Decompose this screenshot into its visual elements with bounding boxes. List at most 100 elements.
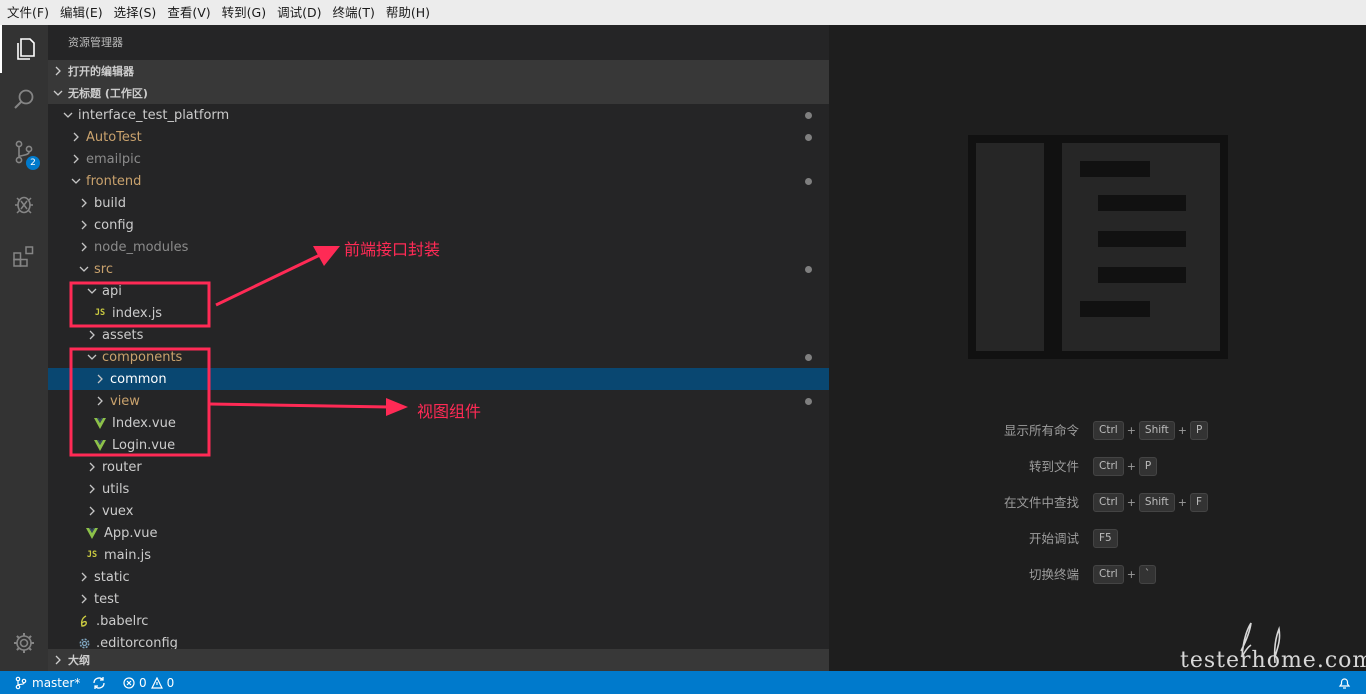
section-outline-label: 大纲	[68, 654, 90, 667]
modified-indicator-dot	[805, 398, 812, 405]
problems-indicator[interactable]: 0 0	[123, 671, 174, 694]
menu-item[interactable]: 转到(G)	[217, 0, 272, 25]
key-plus-separator: +	[1126, 424, 1136, 437]
chevron-right-icon	[92, 390, 108, 412]
debug-icon	[15, 196, 33, 214]
extensions-button[interactable]	[0, 232, 48, 280]
shortcut-row: 开始调试 F5	[829, 527, 1366, 551]
menu-item[interactable]: 调试(D)	[272, 0, 327, 25]
shortcut-row: 切换终端 Ctrl + `	[829, 563, 1366, 587]
key-plus-separator: +	[1177, 424, 1187, 437]
chevron-down-icon	[84, 280, 100, 302]
warning-icon	[150, 676, 163, 689]
shortcut-label: 在文件中查找	[1003, 495, 1079, 510]
shortcut-row: 显示所有命令 Ctrl + Shift + P	[829, 419, 1366, 443]
keycap: Ctrl	[1093, 493, 1124, 512]
tree-item-label: test	[94, 591, 119, 607]
modified-indicator-dot	[805, 134, 812, 141]
shortcut-keys: F5	[1093, 529, 1118, 548]
tree-folder[interactable]: config	[48, 214, 829, 236]
git-branch-icon	[15, 676, 27, 689]
tree-folder[interactable]: emailpic	[48, 148, 829, 170]
branch-indicator[interactable]: master*	[15, 671, 80, 694]
explorer-button[interactable]	[0, 25, 48, 73]
chevron-down-icon	[84, 346, 100, 368]
tree-folder[interactable]: frontend	[48, 170, 829, 192]
explorer-sidebar: 资源管理器 打开的编辑器 无标题 (工作区) interface_test_pl…	[48, 25, 829, 671]
tree-folder[interactable]: assets	[48, 324, 829, 346]
menu-item[interactable]: 文件(F)	[2, 0, 55, 25]
tree-file[interactable]: JS main.js	[48, 544, 829, 566]
tree-item-label: config	[94, 217, 134, 233]
menu-item[interactable]: 终端(T)	[327, 0, 380, 25]
activity-bar: 2	[0, 25, 48, 671]
chevron-down-icon	[68, 170, 84, 192]
error-icon	[123, 676, 135, 689]
keycap: `	[1138, 565, 1157, 584]
modified-indicator-dot	[805, 354, 812, 361]
shortcut-keys: Ctrl + Shift + P	[1093, 421, 1209, 440]
tree-folder[interactable]: vuex	[48, 500, 829, 522]
tree-folder[interactable]: test	[48, 588, 829, 610]
tree-folder[interactable]: components	[48, 346, 829, 368]
section-open-editors[interactable]: 打开的编辑器	[48, 60, 829, 82]
editor-area: 显示所有命令 Ctrl + Shift + P 转到文件 Ctrl + P 在文件中查找 Ctrl + S…	[829, 25, 1366, 671]
menu-bar: 文件(F) 编辑(E) 选择(S) 查看(V) 转到(G) 调试(D) 终端(T) 帮助(H)	[0, 0, 1366, 25]
menu-item[interactable]: 查看(V)	[162, 0, 216, 25]
section-open-editors-label: 打开的编辑器	[68, 65, 134, 78]
extensions-icon	[13, 246, 34, 267]
shortcut-label: 开始调试	[1028, 531, 1079, 546]
sync-button[interactable]	[92, 671, 106, 694]
tree-item-label: router	[102, 459, 142, 475]
modified-indicator-dot	[805, 112, 812, 119]
chevron-right-icon	[84, 500, 100, 522]
chevron-right-icon	[76, 192, 92, 214]
tree-folder[interactable]: static	[48, 566, 829, 588]
menu-item[interactable]: 帮助(H)	[381, 0, 436, 25]
section-workspace[interactable]: 无标题 (工作区)	[48, 82, 829, 104]
keycap: F5	[1093, 529, 1118, 548]
tree-folder[interactable]: build	[48, 192, 829, 214]
search-icon	[14, 89, 34, 109]
tree-folder[interactable]: router	[48, 456, 829, 478]
gear-icon	[14, 633, 34, 653]
key-plus-separator: +	[1126, 496, 1136, 509]
tree-folder[interactable]: interface_test_platform	[48, 104, 829, 126]
javascript-file-icon: JS	[94, 308, 106, 318]
tree-folder[interactable]: utils	[48, 478, 829, 500]
chevron-right-icon	[92, 368, 108, 390]
source-control-button[interactable]: 2	[0, 128, 48, 176]
tree-file[interactable]: App.vue	[48, 522, 829, 544]
chevron-down-icon	[48, 89, 68, 97]
tree-folder[interactable]: common	[48, 368, 829, 390]
notifications-button[interactable]	[1338, 671, 1351, 694]
shortcut-keys: Ctrl + P	[1093, 457, 1158, 476]
vue-file-icon	[92, 434, 108, 456]
chevron-right-icon	[48, 66, 68, 76]
menu-item[interactable]: 选择(S)	[109, 0, 163, 25]
tree-item-label: node_modules	[94, 239, 189, 255]
section-outline[interactable]: 大纲	[48, 649, 829, 671]
chevron-right-icon	[84, 478, 100, 500]
babel-file-icon	[76, 610, 92, 632]
keycap: Shift	[1138, 493, 1175, 512]
tree-item-label: vuex	[102, 503, 134, 519]
tree-item-label: Index.vue	[112, 415, 176, 431]
tree-file[interactable]: .babelrc	[48, 610, 829, 632]
search-button[interactable]	[0, 76, 48, 124]
tree-file[interactable]: Login.vue	[48, 434, 829, 456]
chevron-right-icon	[68, 126, 84, 148]
tree-item-label: Login.vue	[112, 437, 176, 453]
tree-folder[interactable]: api	[48, 280, 829, 302]
debug-button[interactable]	[0, 180, 48, 228]
tree-folder[interactable]: AutoTest	[48, 126, 829, 148]
tree-folder[interactable]: src	[48, 258, 829, 280]
key-plus-separator: +	[1126, 460, 1136, 473]
section-workspace-label: 无标题 (工作区)	[68, 87, 148, 100]
keycap: F	[1190, 493, 1209, 512]
chevron-right-icon	[68, 148, 84, 170]
menu-item[interactable]: 编辑(E)	[55, 0, 109, 25]
components-annotation-label: 视图组件	[417, 402, 482, 421]
manage-button[interactable]	[0, 619, 48, 667]
tree-file[interactable]: JS index.js	[48, 302, 829, 324]
